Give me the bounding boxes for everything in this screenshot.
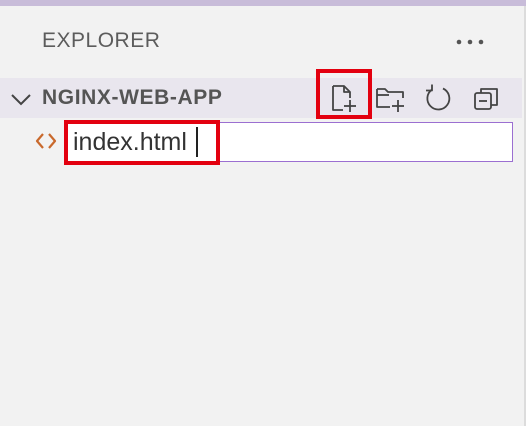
chevron-down-icon[interactable] [10,88,32,110]
collapse-all-button[interactable] [466,80,506,116]
new-file-highlight-box [316,69,372,119]
more-actions-button[interactable] [450,28,490,56]
html-code-icon [35,133,57,149]
window-top-strip [0,0,526,6]
new-folder-button[interactable] [370,80,410,116]
new-folder-icon [376,88,404,112]
refresh-icon [426,84,451,111]
ellipsis-icon [456,39,484,45]
folder-name[interactable]: NGINX-WEB-APP [42,86,222,110]
refresh-button[interactable] [418,80,458,116]
collapse-all-icon [474,88,498,110]
input-highlight-box [64,120,220,165]
explorer-title: EXPLORER [42,29,161,52]
